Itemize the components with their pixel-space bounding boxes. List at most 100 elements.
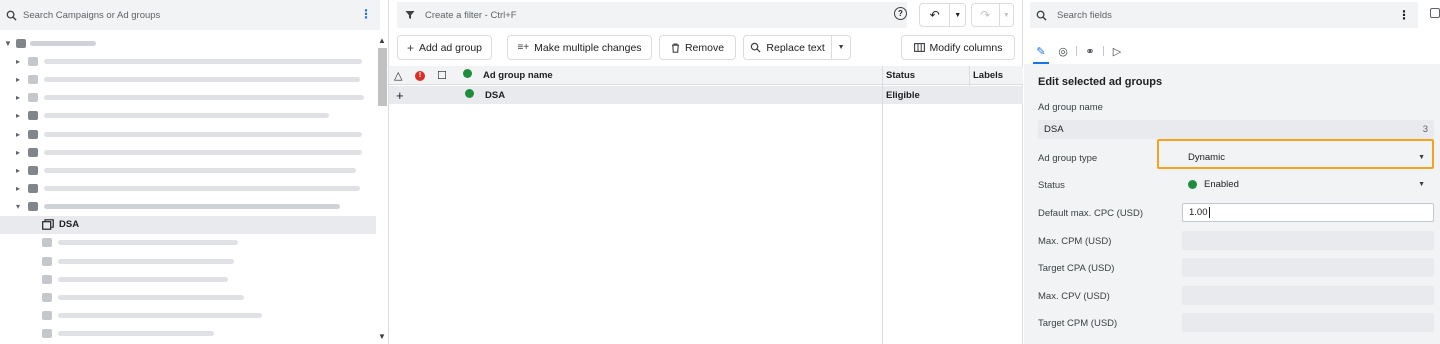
tree-campaign-row[interactable]: ▸ [0,125,376,143]
ad-group-icon [42,238,52,248]
tree-campaign-row[interactable]: ▸ [0,70,376,88]
max-cpm-label: Max. CPM (USD) [1038,236,1112,247]
tree-campaign-row[interactable]: ▸ [0,52,376,70]
max-cpv-input[interactable] [1182,286,1434,305]
ad-group-table-panel: Create a filter - Ctrl+F ? ↶ ▼ ↷ ▼ + Add… [389,0,1023,344]
open-editor-icon[interactable] [1430,8,1440,18]
campaign-icon [28,165,38,175]
caret-right-icon[interactable]: ▸ [16,93,20,102]
find-replace-icon [751,42,761,53]
tab-edit[interactable]: ✎ [1030,38,1052,64]
tree-campaign-row[interactable]: ▸ [0,89,376,107]
tab-targeting[interactable]: ◎ [1052,38,1074,64]
enabled-status-icon [1188,180,1197,189]
error-icon[interactable]: ! [415,69,425,81]
field-search-box[interactable]: Search fields ⋮ [1030,2,1418,28]
ad-group-icon [42,293,52,303]
expand-plus-icon[interactable]: + [396,88,404,103]
ad-group-icon [42,329,52,339]
undo-button[interactable]: ↶ ▼ [919,3,966,27]
target-cpa-input[interactable] [1182,258,1434,277]
chevron-down-icon[interactable]: ▼ [831,36,850,59]
tree-campaign-row[interactable]: ▸ [0,161,376,179]
account-icon [16,38,26,48]
caret-down-icon[interactable]: ▾ [16,202,20,211]
scrollbar-thumb[interactable] [378,48,387,106]
scroll-down-icon[interactable]: ▼ [378,332,386,341]
target-cpm-input[interactable] [1182,313,1434,332]
max-cpm-input[interactable] [1182,231,1434,250]
comment-icon[interactable]: ☐ [437,69,447,82]
status-select[interactable]: Enabled ▼ [1182,175,1432,194]
tree-adgroup-row[interactable] [0,270,376,288]
filter-bar[interactable]: Create a filter - Ctrl+F [397,2,907,28]
replace-text-main[interactable]: Replace text [744,42,831,54]
caret-right-icon[interactable]: ▸ [16,75,20,84]
tab-link[interactable]: ⚭ [1079,38,1101,64]
caret-right-icon[interactable]: ▸ [16,148,20,157]
tree-campaign-row[interactable]: ▾ [0,198,376,216]
status-value: Enabled [1204,179,1239,190]
row-ad-group-name[interactable]: DSA [485,90,505,101]
default-cpc-input[interactable]: 1.00 [1182,203,1434,222]
tree-adgroup-row-selected[interactable]: DSA [0,215,376,234]
remove-label: Remove [684,41,725,54]
make-multiple-changes-button[interactable]: ≡+ Make multiple changes [507,35,652,60]
blurred-text [44,131,362,137]
caret-right-icon[interactable]: ▸ [16,111,20,120]
ad-group-name-field[interactable]: DSA 3 [1038,120,1434,139]
warning-triangle-icon[interactable]: △ [394,69,402,82]
tree-adgroup-row[interactable] [0,307,376,325]
add-ad-group-label: Add ad group [418,41,483,54]
tree-campaign-row[interactable]: ▸ [0,143,376,161]
status-dot-icon[interactable] [463,69,472,81]
campaign-icon [28,74,38,84]
link-icon: ⚭ [1085,45,1095,58]
more-options-icon[interactable]: ⋮ [1398,8,1410,22]
tree-adgroup-row[interactable] [0,234,376,252]
blurred-text [58,240,238,246]
remove-button[interactable]: Remove [659,35,736,60]
scroll-up-icon[interactable]: ▲ [378,36,386,45]
trash-icon [671,42,679,53]
tree-scrollbar[interactable]: ▲ ▼ [377,36,388,344]
highlight-box [1157,139,1434,169]
caret-right-icon[interactable]: ▸ [16,130,20,139]
caret-right-icon[interactable]: ▸ [16,166,20,175]
redo-button[interactable]: ↷ ▼ [971,3,1014,27]
more-options-icon[interactable]: ⋮ [360,8,372,20]
modify-columns-label: Modify columns [929,41,1003,54]
add-ad-group-button[interactable]: + Add ad group [397,35,492,60]
ad-group-type-label: Ad group type [1038,153,1098,164]
tree-adgroup-row[interactable] [0,252,376,270]
tree-search-box[interactable]: Search Campaigns or Ad groups ⋮ [0,0,380,30]
tab-label[interactable]: ▷ [1106,38,1128,64]
caret-down-icon[interactable]: ▼ [4,39,12,48]
replace-text-button[interactable]: Replace text ▼ [743,35,851,60]
undo-icon[interactable]: ↶ [920,8,949,22]
column-header-labels[interactable]: Labels [973,70,1003,81]
column-header-status[interactable]: Status [886,70,915,81]
redo-icon[interactable]: ↷ [972,8,999,22]
dropdown-arrow-icon: ▼ [1418,181,1425,188]
tree-account-row[interactable]: ▼ [0,34,376,52]
caret-right-icon[interactable]: ▸ [16,184,20,193]
blurred-text [44,149,362,155]
caret-right-icon[interactable]: ▸ [16,57,20,66]
columns-icon [913,43,925,52]
max-cpv-label: Max. CPV (USD) [1038,291,1110,302]
modify-columns-button[interactable]: Modify columns [901,35,1015,60]
edit-tabs: ✎ ◎ ⚭ ▷ [1030,38,1128,64]
chevron-down-icon[interactable]: ▼ [949,4,965,26]
tree-adgroup-row[interactable] [0,288,376,306]
column-header-ad-group-name[interactable]: Ad group name [483,70,553,81]
tree-campaign-row[interactable]: ▸ [0,180,376,198]
target-cpa-label: Target CPA (USD) [1038,263,1115,274]
campaign-icon [28,202,38,212]
tree-campaign-row[interactable]: ▸ [0,107,376,125]
tree-adgroup-row[interactable] [0,325,376,343]
chevron-down-icon[interactable]: ▼ [998,4,1013,26]
help-icon[interactable]: ? [894,7,907,20]
default-cpc-value: 1.00 [1189,207,1208,218]
table-row[interactable]: + DSA Eligible [389,86,1023,104]
